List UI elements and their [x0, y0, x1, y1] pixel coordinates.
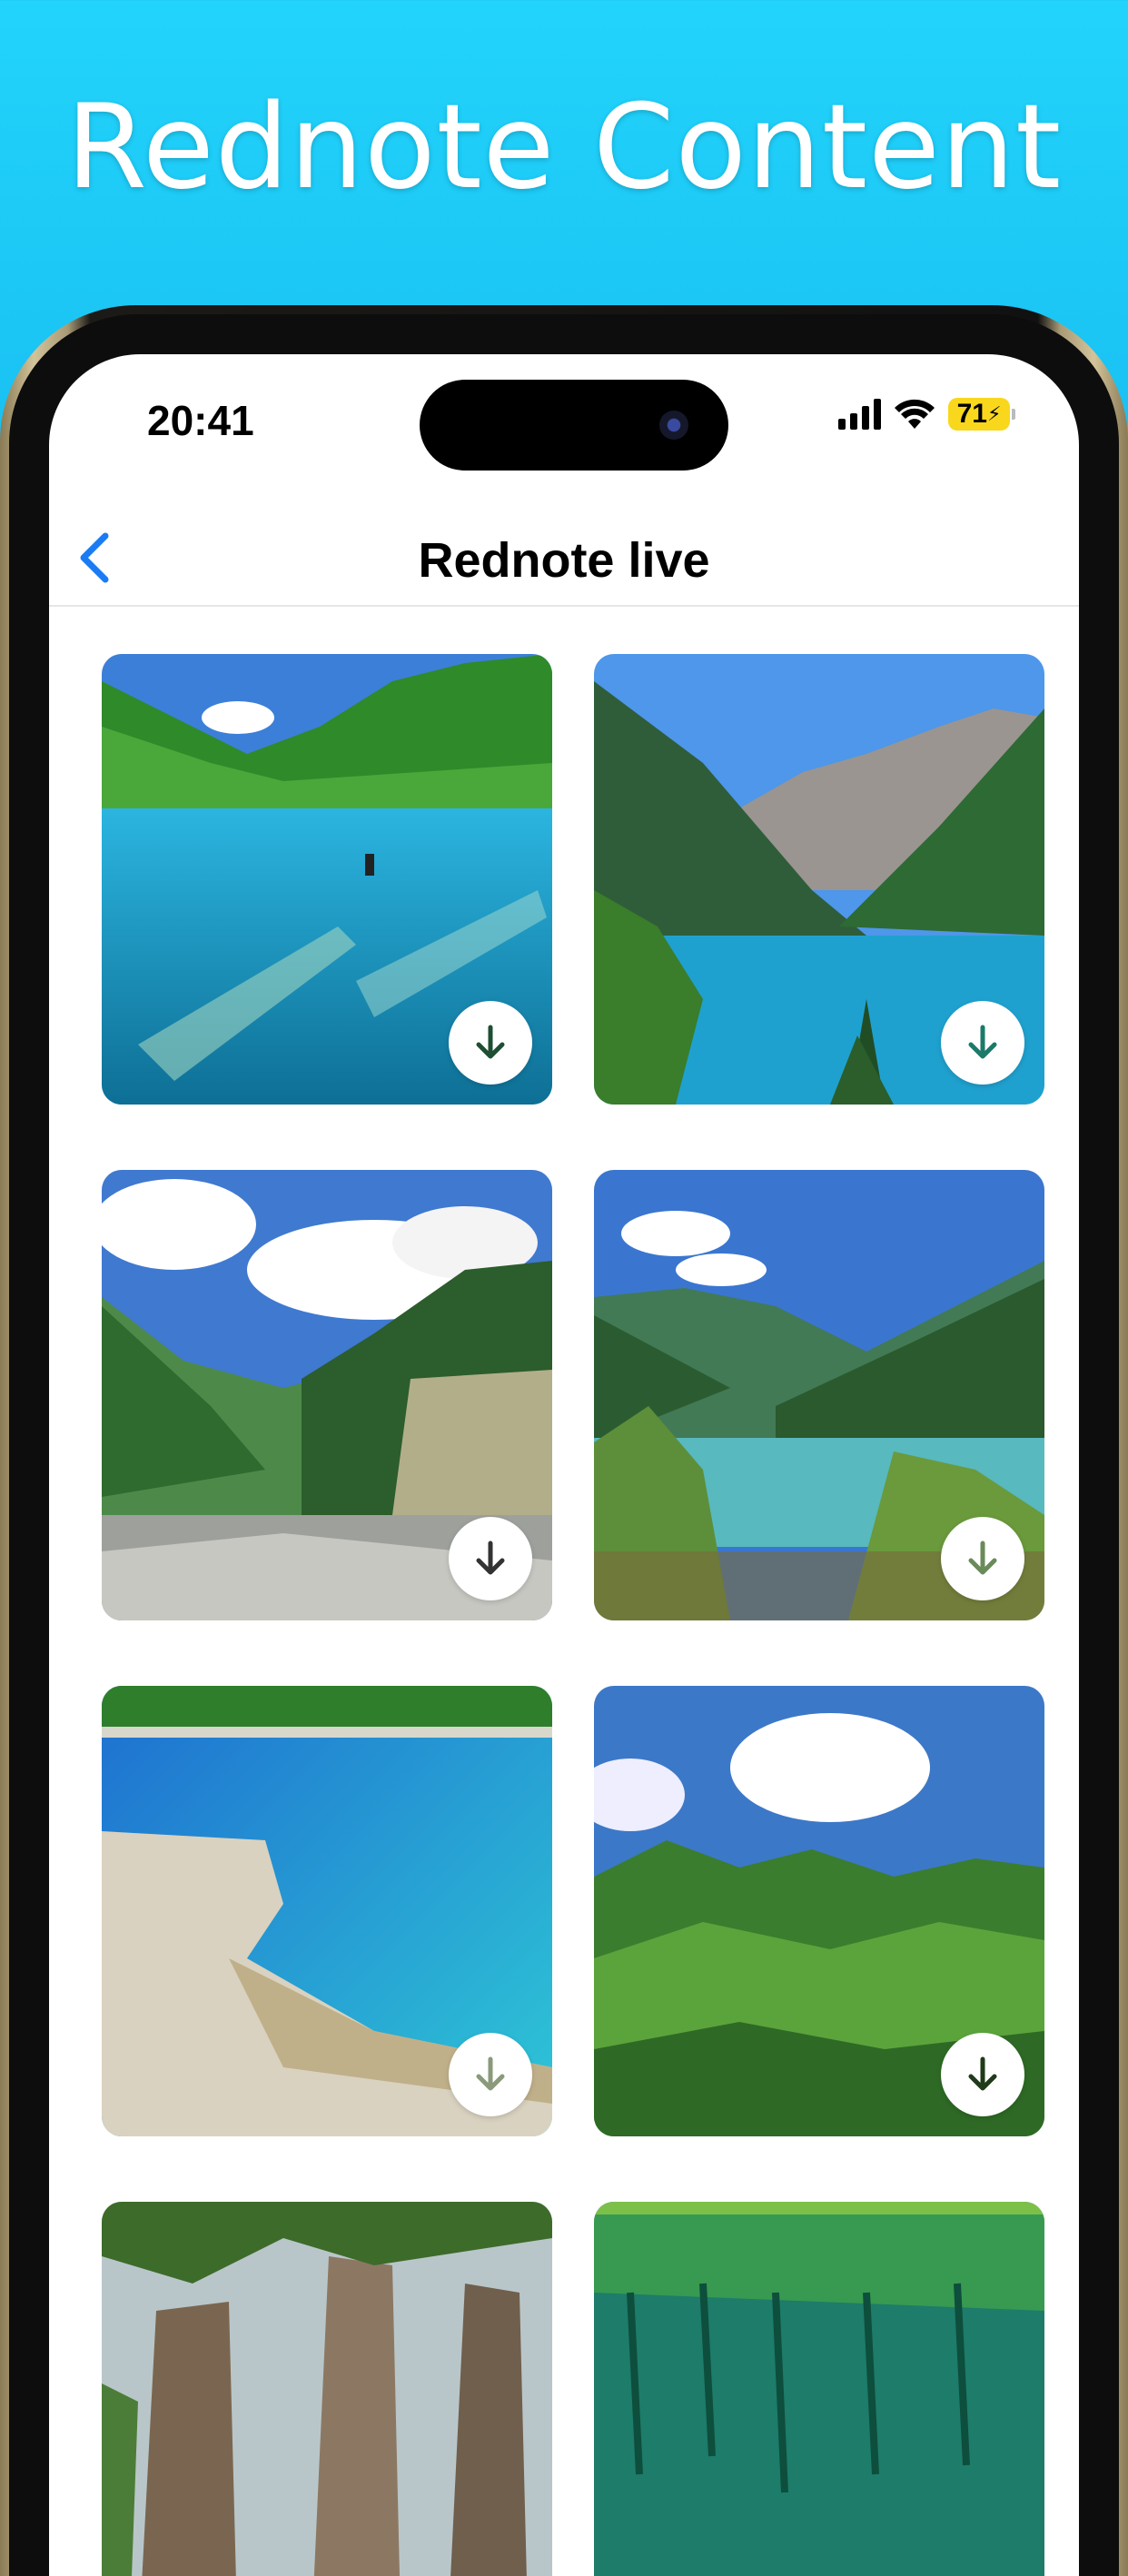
download-button[interactable] [941, 2033, 1024, 2116]
wifi-icon [895, 399, 935, 429]
media-tile[interactable] [102, 1686, 552, 2136]
media-tile[interactable] [594, 654, 1044, 1105]
media-tile[interactable] [102, 654, 552, 1105]
dynamic-island [420, 380, 728, 471]
app-screen: 20:41 71 ⚡ Rednote live [49, 354, 1079, 2576]
cellular-signal-icon [838, 399, 881, 430]
status-icons: 71 ⚡ [838, 398, 1015, 431]
phone-frame: 20:41 71 ⚡ Rednote live [0, 305, 1128, 2576]
download-icon [968, 2056, 997, 2091]
camera-icon [659, 411, 688, 440]
mountain-image [102, 2202, 552, 2576]
media-tile[interactable] [102, 2202, 552, 2576]
download-button[interactable] [941, 1001, 1024, 1085]
media-tile[interactable] [594, 2202, 1044, 2576]
media-tile[interactable] [594, 1170, 1044, 1620]
status-time: 20:41 [147, 397, 254, 444]
download-button[interactable] [449, 2033, 532, 2116]
download-icon [476, 1025, 505, 1059]
media-tile[interactable] [594, 1686, 1044, 2136]
download-icon [476, 2056, 505, 2091]
page-title: Rednote live [418, 533, 710, 588]
download-button[interactable] [941, 1517, 1024, 1600]
battery-level: 71 [956, 399, 987, 429]
media-tile[interactable] [102, 1170, 552, 1620]
battery-icon: 71 ⚡ [948, 398, 1015, 431]
download-button[interactable] [449, 1001, 532, 1085]
promo-title: Rednote Content [65, 80, 1063, 215]
lake-image [594, 2202, 1044, 2576]
status-bar: 20:41 71 ⚡ [49, 354, 1079, 472]
navigation-bar: Rednote live [49, 505, 1079, 607]
media-grid [102, 654, 1044, 2576]
download-icon [968, 1025, 997, 1059]
download-icon [968, 1541, 997, 1575]
download-icon [476, 1541, 505, 1575]
download-button[interactable] [449, 1517, 532, 1600]
